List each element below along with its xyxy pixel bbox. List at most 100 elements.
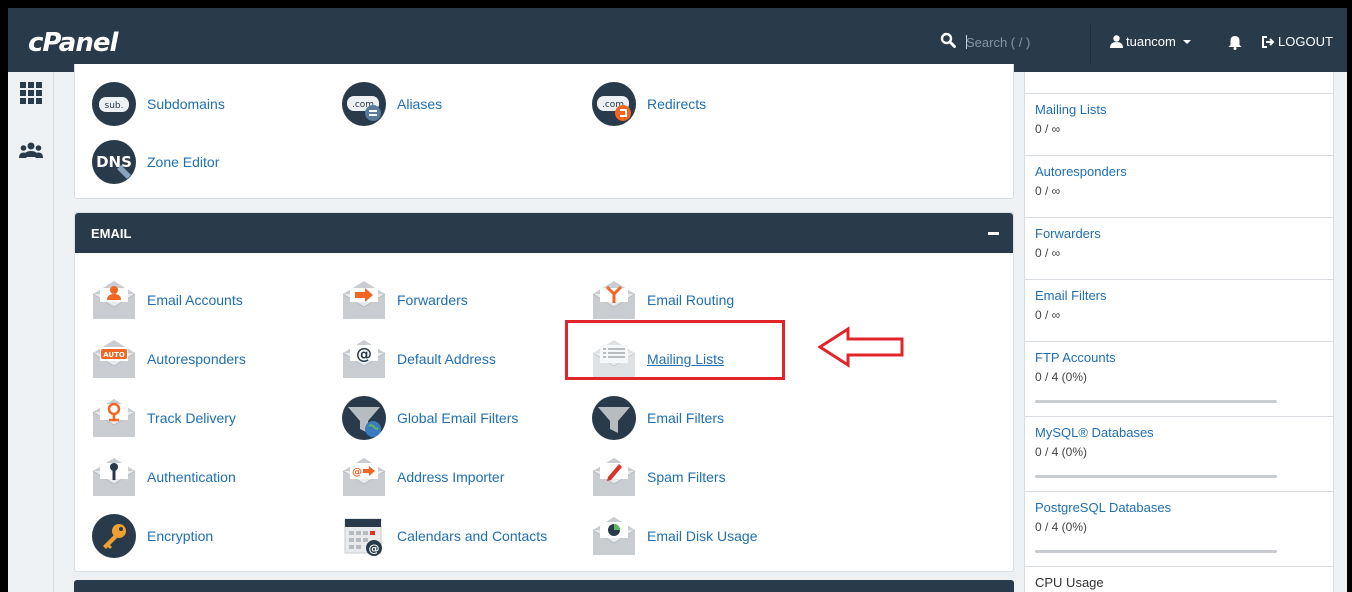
stat-autoresponders: Autoresponders 0 / ∞ — [1024, 156, 1334, 218]
default-address-label: Default Address — [397, 351, 496, 367]
stat-name[interactable]: Email Filters — [1035, 288, 1323, 303]
usage-bar — [1035, 550, 1277, 553]
top-bar: cPanel tuancom — [8, 8, 1347, 72]
autoresponders-label: Autoresponders — [147, 351, 246, 367]
caret-down-icon — [1182, 39, 1191, 44]
calendars-and-contacts-link[interactable]: @ Calendars and Contacts — [341, 512, 547, 560]
domains-panel: sub. Subdomains .com Aliases .com Redire… — [74, 64, 1014, 199]
stat-name[interactable]: FTP Accounts — [1035, 350, 1323, 365]
svg-text:@: @ — [369, 542, 380, 555]
stat-name[interactable]: PostgreSQL Databases — [1035, 500, 1323, 515]
stat-value: 0 / ∞ — [1035, 308, 1061, 322]
aliases-label: Aliases — [397, 96, 443, 112]
email-routing-icon — [592, 281, 636, 319]
redirects-icon: .com — [592, 82, 636, 126]
email-disk-usage-label: Email Disk Usage — [647, 528, 758, 544]
default-address-link[interactable]: @ Default Address — [341, 335, 496, 383]
address-importer-label: Address Importer — [397, 469, 505, 485]
email-panel-header[interactable]: EMAIL — [75, 213, 1013, 253]
stat-name[interactable]: Mailing Lists — [1035, 102, 1323, 117]
autoresponders-link[interactable]: AUTO Autoresponders — [91, 335, 246, 383]
arrow-left-icon — [818, 326, 904, 368]
username: tuancom — [1126, 34, 1176, 49]
stat-value: 0 / ∞ — [1035, 246, 1061, 260]
stat-name: CPU Usage — [1035, 575, 1104, 590]
email-accounts-link[interactable]: Email Accounts — [91, 276, 243, 324]
stat-mailing-lists: Mailing Lists 0 / ∞ — [1024, 94, 1334, 156]
stat-cpu-usage: CPU Usage — [1024, 567, 1334, 592]
stat-name[interactable]: Autoresponders — [1035, 164, 1323, 179]
stat-email-filters: Email Filters 0 / ∞ — [1024, 280, 1334, 342]
search-input[interactable] — [966, 32, 1086, 52]
stat-value: 0 / ∞ — [1035, 184, 1061, 198]
aliases-link[interactable]: .com Aliases — [341, 80, 442, 128]
email-panel: EMAIL Email Accounts Forwarders Email Ro… — [74, 212, 1014, 572]
email-filters-label: Email Filters — [647, 410, 725, 426]
forwarders-link[interactable]: Forwarders — [341, 276, 468, 324]
email-accounts-label: Email Accounts — [147, 292, 243, 308]
collapse-icon[interactable] — [988, 232, 999, 235]
user-icon — [1110, 35, 1123, 48]
forwarders-label: Forwarders — [397, 292, 468, 308]
email-disk-usage-icon — [592, 517, 636, 555]
zone-editor-link[interactable]: DNS Zone Editor — [91, 138, 219, 186]
stat-name[interactable]: MySQL® Databases — [1035, 425, 1323, 440]
redirects-label: Redirects — [647, 96, 707, 112]
authentication-link[interactable]: Authentication — [91, 453, 236, 501]
autoresponders-icon: AUTO — [92, 340, 136, 378]
subdomains-label: Subdomains — [147, 96, 225, 112]
spam-filters-label: Spam Filters — [647, 469, 726, 485]
calendar-contacts-icon: @ — [344, 518, 382, 556]
svg-text:@: @ — [356, 344, 372, 363]
email-disk-usage-link[interactable]: Email Disk Usage — [591, 512, 757, 560]
track-delivery-link[interactable]: Track Delivery — [91, 394, 236, 442]
zone-editor-label: Zone Editor — [147, 154, 220, 170]
statistics-sidebar: Mailing Lists 0 / ∞ Autoresponders 0 / ∞… — [1024, 72, 1334, 592]
track-delivery-label: Track Delivery — [147, 410, 236, 426]
users-icon[interactable] — [19, 142, 43, 160]
forwarders-icon — [342, 281, 386, 319]
address-importer-link[interactable]: @ Address Importer — [341, 453, 504, 501]
logout-icon — [1262, 35, 1275, 48]
stat-postgresql-databases: PostgreSQL Databases 0 / 4 (0%) — [1024, 492, 1334, 567]
spam-filters-icon — [592, 458, 636, 496]
email-filters-icon — [592, 396, 636, 440]
subdomains-link[interactable]: sub. Subdomains — [91, 80, 225, 128]
stat-mysql-databases: MySQL® Databases 0 / 4 (0%) — [1024, 417, 1334, 492]
address-importer-icon: @ — [342, 458, 386, 496]
global-email-filters-link[interactable]: Global Email Filters — [341, 394, 518, 442]
authentication-label: Authentication — [147, 469, 236, 485]
encryption-link[interactable]: Encryption — [91, 512, 213, 560]
email-filters-link[interactable]: Email Filters — [591, 394, 724, 442]
cpanel-logo[interactable]: cPanel — [28, 28, 118, 58]
home-grid-icon[interactable] — [20, 82, 42, 104]
logout-button[interactable]: LOGOUT — [1262, 34, 1333, 49]
encryption-icon — [92, 514, 136, 558]
next-section-header[interactable] — [74, 580, 1014, 592]
svg-text:DNS: DNS — [96, 153, 132, 171]
stat-name[interactable]: Forwarders — [1035, 226, 1323, 241]
aliases-icon: .com — [342, 82, 386, 126]
email-accounts-icon — [92, 281, 136, 319]
stat-forwarders: Forwarders 0 / ∞ — [1024, 218, 1334, 280]
user-menu[interactable]: tuancom — [1110, 34, 1195, 49]
email-routing-label: Email Routing — [647, 292, 735, 308]
email-routing-link[interactable]: Email Routing — [591, 276, 734, 324]
svg-text:sub.: sub. — [105, 101, 124, 111]
search-icon — [940, 32, 956, 48]
cpanel-window: cPanel tuancom — [8, 8, 1347, 592]
track-delivery-icon — [92, 399, 136, 437]
subdomains-icon: sub. — [92, 82, 136, 126]
search-box[interactable] — [940, 32, 1090, 52]
stat-value: 0 / 4 (0%) — [1035, 520, 1088, 534]
redirects-link[interactable]: .com Redirects — [591, 80, 706, 128]
stat-item — [1024, 72, 1334, 94]
stat-value: 0 / ∞ — [1035, 122, 1061, 136]
default-address-icon: @ — [342, 340, 386, 378]
calendars-and-contacts-label: Calendars and Contacts — [397, 528, 548, 544]
spam-filters-link[interactable]: Spam Filters — [591, 453, 726, 501]
text-caret — [966, 35, 967, 49]
notifications-bell-icon[interactable] — [1228, 35, 1242, 50]
usage-bar — [1035, 400, 1277, 403]
highlight-box — [565, 320, 785, 380]
